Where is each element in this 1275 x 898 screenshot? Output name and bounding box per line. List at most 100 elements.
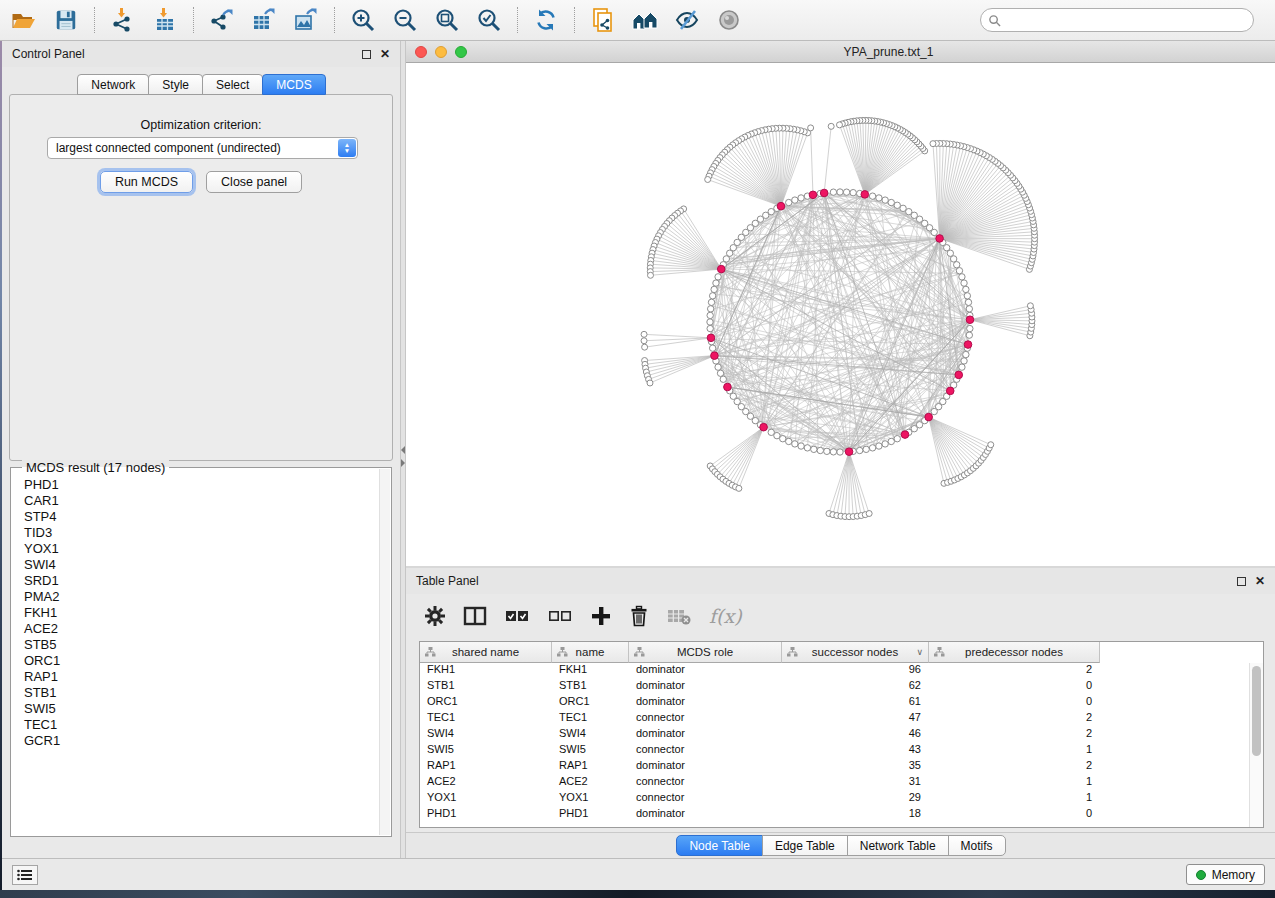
column-header-MCDS-role[interactable]: MCDS role	[629, 642, 782, 663]
close-panel-button[interactable]: Close panel	[206, 171, 302, 193]
splitter-collapse-right-icon[interactable]	[401, 459, 405, 467]
mcds-result-title: MCDS result (17 nodes)	[22, 460, 169, 475]
tab-select[interactable]: Select	[202, 74, 263, 95]
import-network-icon[interactable]	[102, 3, 144, 37]
control-panel-title: Control Panel	[12, 47, 85, 61]
mcds-result-item[interactable]: ORC1	[24, 653, 391, 669]
mcds-result-item[interactable]: RAP1	[24, 669, 391, 685]
table-row[interactable]: ACE2ACE2connector311	[420, 775, 1263, 791]
show-all-icon[interactable]	[708, 3, 750, 37]
zoom-fit-icon[interactable]	[426, 3, 468, 37]
hide-selected-icon[interactable]	[666, 3, 708, 37]
cell-shared-name: SWI5	[420, 743, 552, 759]
table-row[interactable]: STB1STB1dominator620	[420, 679, 1263, 695]
select-all-columns-icon[interactable]	[504, 605, 530, 627]
export-table-icon[interactable]	[243, 3, 285, 37]
network-canvas[interactable]	[406, 63, 1275, 566]
cell-shared-name: STB1	[420, 679, 552, 695]
toolbar-separator	[94, 7, 95, 33]
mcds-result-item[interactable]: STP4	[24, 509, 391, 525]
first-neighbors-icon[interactable]	[624, 3, 666, 37]
search-box[interactable]	[980, 8, 1254, 32]
mcds-result-item[interactable]: CAR1	[24, 493, 391, 509]
mcds-result-item[interactable]: PHD1	[24, 477, 391, 493]
cell-successor-nodes: 62	[782, 679, 929, 695]
mcds-result-item[interactable]: TEC1	[24, 717, 391, 733]
zoom-out-icon[interactable]	[384, 3, 426, 37]
table-scrollbar[interactable]	[1249, 663, 1263, 827]
network-window-titlebar[interactable]: YPA_prune.txt_1	[406, 41, 1275, 63]
mcds-result-item[interactable]: ACE2	[24, 621, 391, 637]
table-scrollbar-thumb[interactable]	[1252, 666, 1261, 756]
toolbar-separator	[334, 7, 335, 33]
cell-name: PHD1	[552, 807, 629, 823]
task-history-button[interactable]	[12, 865, 38, 885]
create-column-plus-icon[interactable]	[590, 605, 612, 627]
splitter-collapse-left-icon[interactable]	[401, 446, 405, 454]
column-header-shared-name[interactable]: shared name	[420, 642, 552, 663]
delete-column-trash-icon[interactable]	[629, 605, 649, 627]
network-graph	[406, 63, 1275, 566]
mcds-result-item[interactable]: STB5	[24, 637, 391, 653]
cell-shared-name: SWI4	[420, 727, 552, 743]
column-header-name[interactable]: name	[552, 642, 629, 663]
mcds-result-item[interactable]: YOX1	[24, 541, 391, 557]
table-row[interactable]: ORC1ORC1dominator610	[420, 695, 1263, 711]
export-network-icon[interactable]	[201, 3, 243, 37]
mcds-result-item[interactable]: SWI4	[24, 557, 391, 573]
column-header-predecessor-nodes[interactable]: predecessor nodes	[929, 642, 1100, 663]
tab-style[interactable]: Style	[148, 74, 203, 95]
tab-network-table[interactable]: Network Table	[847, 835, 949, 856]
table-row[interactable]: SWI5SWI5connector431	[420, 743, 1263, 759]
optimization-criterion-label: Optimization criterion:	[10, 118, 392, 132]
cell-MCDS-role: connector	[629, 743, 782, 759]
cell-name: ACE2	[552, 775, 629, 791]
result-scrollbar[interactable]	[379, 469, 390, 835]
cell-successor-nodes: 61	[782, 695, 929, 711]
mcds-result-item[interactable]: SWI5	[24, 701, 391, 717]
tab-network[interactable]: Network	[77, 74, 149, 95]
float-table-panel-icon[interactable]	[1237, 577, 1246, 586]
tab-edge-table[interactable]: Edge Table	[762, 835, 848, 856]
mcds-result-item[interactable]: STB1	[24, 685, 391, 701]
table-row[interactable]: TEC1TEC1connector472	[420, 711, 1263, 727]
table-row[interactable]: YOX1YOX1connector291	[420, 791, 1263, 807]
cell-predecessor-nodes: 1	[929, 791, 1100, 807]
refresh-icon[interactable]	[525, 3, 567, 37]
table-settings-gear-icon[interactable]	[424, 605, 446, 627]
mcds-result-item[interactable]: FKH1	[24, 605, 391, 621]
criterion-dropdown[interactable]: largest connected component (undirected)…	[47, 137, 358, 159]
zoom-selected-icon[interactable]	[468, 3, 510, 37]
search-input[interactable]	[1001, 13, 1246, 27]
tab-motifs[interactable]: Motifs	[948, 835, 1006, 856]
mcds-result-list[interactable]: PHD1CAR1STP4TID3YOX1SWI4SRD1PMA2FKH1ACE2…	[11, 468, 391, 749]
toolbar-separator	[517, 7, 518, 33]
table-row[interactable]: FKH1FKH1dominator962	[420, 663, 1263, 679]
mcds-result-item[interactable]: GCR1	[24, 733, 391, 749]
cell-shared-name: RAP1	[420, 759, 552, 775]
export-image-icon[interactable]	[285, 3, 327, 37]
table-body: FKH1FKH1dominator962STB1STB1dominator620…	[420, 663, 1263, 823]
show-column-panel-icon[interactable]	[463, 605, 487, 627]
save-session-icon[interactable]	[45, 3, 87, 37]
float-panel-icon[interactable]	[362, 50, 371, 59]
run-mcds-button[interactable]: Run MCDS	[100, 171, 193, 193]
cell-predecessor-nodes: 2	[929, 711, 1100, 727]
table-row[interactable]: PHD1PHD1dominator180	[420, 807, 1263, 823]
mcds-result-item[interactable]: PMA2	[24, 589, 391, 605]
column-header-successor-nodes[interactable]: successor nodes∨	[782, 642, 929, 663]
memory-button[interactable]: Memory	[1186, 864, 1265, 885]
zoom-in-icon[interactable]	[342, 3, 384, 37]
open-file-icon[interactable]	[3, 3, 45, 37]
tab-node-table[interactable]: Node Table	[676, 835, 763, 856]
mcds-result-item[interactable]: TID3	[24, 525, 391, 541]
new-network-from-selection-icon[interactable]	[582, 3, 624, 37]
table-row[interactable]: RAP1RAP1dominator352	[420, 759, 1263, 775]
import-table-icon[interactable]	[144, 3, 186, 37]
mcds-result-item[interactable]: SRD1	[24, 573, 391, 589]
close-panel-icon[interactable]: ✕	[380, 49, 390, 59]
tab-mcds[interactable]: MCDS	[262, 74, 325, 95]
table-row[interactable]: SWI4SWI4dominator462	[420, 727, 1263, 743]
unselect-all-columns-icon[interactable]	[547, 605, 573, 627]
close-table-panel-icon[interactable]: ✕	[1255, 576, 1265, 586]
